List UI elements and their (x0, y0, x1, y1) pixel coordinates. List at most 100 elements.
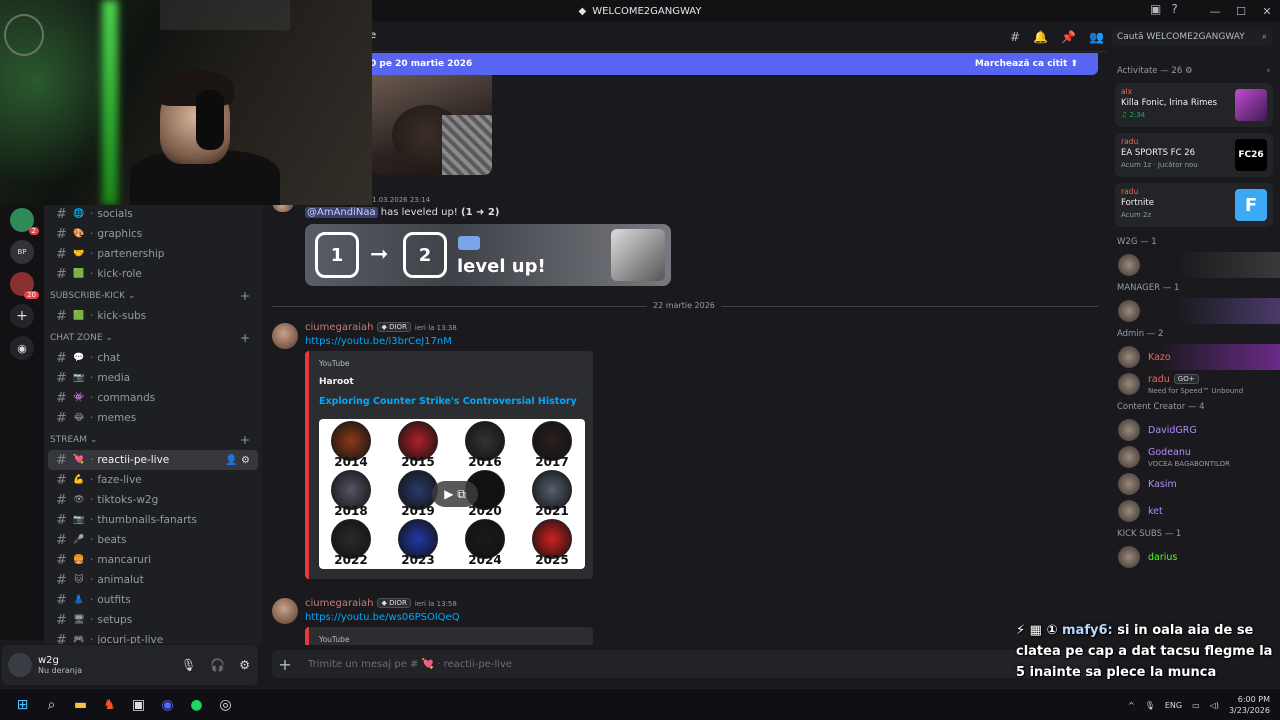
author-name[interactable]: ciumegaraiah (305, 322, 373, 333)
category-subscribe-kick[interactable]: SUBSCRIBE-KICK ⌄ + (44, 286, 262, 306)
app-icon[interactable]: ▣ (124, 691, 153, 719)
discord-icon[interactable]: ◉ (153, 691, 182, 719)
avatar[interactable] (8, 653, 32, 677)
channel-beats[interactable]: # 🎤 · beats (48, 530, 258, 550)
message-input[interactable]: + Trimite un mesaj pe # 💘 · reactii-pe-l… (272, 650, 1098, 678)
member-status: VOCEA BAGABONTILOR (1148, 460, 1230, 468)
channel-partenership[interactable]: # 🤝 · partenership (48, 244, 258, 264)
chevron-up-icon[interactable]: ^ (1128, 701, 1135, 710)
channel-socials[interactable]: # 🌐 · socials (48, 204, 258, 224)
album-art (1235, 89, 1267, 121)
embed-title[interactable]: Exploring Counter Strike's Controversial… (319, 396, 577, 407)
video-thumbnail[interactable]: 2014 2015 2016 2017 2018 2019 2020 2021 2022 2023… (319, 419, 585, 569)
add-server-icon[interactable]: + (10, 304, 34, 328)
play-icon[interactable]: ▶ ⧉ (432, 481, 478, 507)
user-panel: w2g Nu deranja 🎙 🎧 ⚙ (2, 645, 258, 685)
message-link[interactable]: https://youtu.be/i3brCeJ17nM (305, 336, 452, 347)
member-row[interactable]: radu GO+ Need for Speed™ Unbound (1108, 371, 1280, 397)
category-stream[interactable]: STREAM ⌄ + (44, 430, 262, 450)
channel-reactii-pe-live[interactable]: # 💘 · reactii-pe-live 👤 ⚙ (48, 450, 258, 470)
gear-icon[interactable]: ⚙ (241, 455, 250, 466)
server-icon-1[interactable]: 2 (10, 208, 39, 235)
maximize-icon[interactable]: ☐ (1228, 5, 1254, 18)
embed-author[interactable]: Haroot (319, 377, 354, 387)
spotify-icon[interactable]: ● (182, 691, 211, 719)
server-icon-2[interactable]: BP (10, 240, 34, 264)
avatar[interactable] (272, 323, 298, 349)
image-attachment[interactable] (372, 75, 492, 175)
language-indicator[interactable]: ENG (1165, 701, 1182, 710)
member-row[interactable]: Godeanu VOCEA BAGABONTILOR (1108, 444, 1280, 470)
gear-icon[interactable]: ⚙ (1185, 66, 1193, 76)
channel-animalut[interactable]: # 🐱 · animalut (48, 570, 258, 590)
channel-tiktoks-w2g[interactable]: # 👁 · tiktoks-w2g (48, 490, 258, 510)
channel-outfits[interactable]: # 👗 · outfits (48, 590, 258, 610)
search-input[interactable]: Caută WELCOME2GANGWAY ⌕ (1112, 28, 1272, 46)
headphones-icon[interactable]: 🎧 (210, 658, 225, 672)
channel-emoji: 😂 (73, 413, 85, 423)
help-icon[interactable]: ? (1171, 2, 1177, 16)
channel-thumbnails-fanarts[interactable]: # 📷 · thumbnails-fanarts (48, 510, 258, 530)
author-name[interactable]: ciumegaraiah (305, 598, 373, 609)
guild-tag[interactable]: ◆ DIOR (377, 598, 411, 608)
guild-tag[interactable]: ◆ DIOR (377, 322, 411, 332)
member-row[interactable] (1108, 252, 1280, 278)
steam-icon[interactable]: ◎ (211, 691, 240, 719)
network-icon[interactable]: ▭ (1192, 701, 1200, 710)
activity-card[interactable]: radu Fortnite Acum 2z F (1115, 183, 1273, 227)
member-row[interactable] (1108, 298, 1280, 324)
level-up-card[interactable]: 1 ➞ 2 level up! (305, 224, 671, 286)
brave-icon[interactable]: ♞ (95, 691, 124, 719)
members-icon[interactable]: 👥 (1089, 30, 1104, 44)
bell-icon[interactable]: 🔔 (1033, 30, 1048, 44)
invite-icon[interactable]: 👤 (225, 455, 237, 466)
user-name: w2g (38, 655, 59, 666)
avatar[interactable] (272, 598, 298, 624)
server-icon-3[interactable]: 20 (10, 272, 39, 299)
clock[interactable]: 6:00 PM 3/23/2026 (1229, 694, 1270, 716)
microphone-icon[interactable]: 🎙 (181, 658, 196, 672)
category-chat-zone[interactable]: CHAT ZONE ⌄ + (44, 328, 262, 348)
message-link[interactable]: https://youtu.be/ws06PSOlQeQ (305, 612, 460, 623)
close-icon[interactable]: ✕ (1254, 5, 1280, 18)
channel-media[interactable]: # 📷 · media (48, 368, 258, 388)
file-explorer-icon[interactable]: ▬ (66, 691, 95, 719)
mic-icon[interactable]: 🎙 (1145, 701, 1155, 710)
channel-memes[interactable]: # 😂 · memes (48, 408, 258, 428)
member-row[interactable]: ket (1108, 498, 1280, 524)
add-channel-icon[interactable]: + (240, 433, 250, 447)
channel-mancaruri[interactable]: # 🍔 · mancaruri (48, 550, 258, 570)
member-row[interactable]: Kasim (1108, 471, 1280, 497)
member-row[interactable]: Kazo (1108, 344, 1280, 370)
user-mention[interactable]: @AmAndiNaa (305, 207, 378, 218)
pin-icon[interactable]: 📌 (1061, 30, 1076, 44)
channel-kick-role[interactable]: # 🟩 · kick-role (48, 264, 258, 284)
volume-icon[interactable]: ◁) (1210, 701, 1219, 710)
threads-icon[interactable]: # (1010, 30, 1020, 44)
discover-icon[interactable]: ◉ (10, 336, 34, 360)
member-row[interactable]: DavidGRG (1108, 417, 1280, 443)
minimize-icon[interactable]: — (1202, 5, 1228, 18)
windows-start-icon[interactable]: ⊞ (8, 691, 37, 719)
member-row[interactable]: darius (1108, 544, 1280, 570)
channel-kick-subs[interactable]: # 🟩 · kick-subs (48, 306, 258, 326)
add-attachment-icon[interactable]: + (272, 655, 298, 674)
gear-icon[interactable]: ⚙ (239, 658, 250, 672)
channel-chat[interactable]: # 💬 · chat (48, 348, 258, 368)
chevron-right-icon[interactable]: › (1267, 62, 1270, 80)
inbox-icon[interactable]: ▣ (1150, 2, 1161, 16)
add-channel-icon[interactable]: + (240, 289, 250, 303)
user-info[interactable]: w2g Nu deranja (38, 655, 82, 675)
search-icon[interactable]: ⌕ (37, 691, 66, 719)
new-messages-bar[interactable]: 0 pe 20 martie 2026 Marchează ca citit ⬆ (262, 53, 1098, 75)
channel-commands[interactable]: # 👾 · commands (48, 388, 258, 408)
channel-setups[interactable]: # 🖥 · setups (48, 610, 258, 630)
role-header: Admin — 2 (1117, 329, 1164, 339)
channel-graphics[interactable]: # 🎨 · graphics (48, 224, 258, 244)
channel-faze-live[interactable]: # 💪 · faze-live (48, 470, 258, 490)
activity-card[interactable]: radu EA SPORTS FC 26 Acum 1z · Jucător n… (1115, 133, 1273, 177)
channel-jocuri-pt-live[interactable]: # 🎮 · jocuri-pt-live (48, 630, 258, 645)
add-channel-icon[interactable]: + (240, 331, 250, 345)
activity-card[interactable]: alx Killa Fonic, Irina Rimes ♫ 2:34 (1115, 83, 1273, 127)
mark-read-button[interactable]: Marchează ca citit ⬆ (975, 59, 1078, 69)
